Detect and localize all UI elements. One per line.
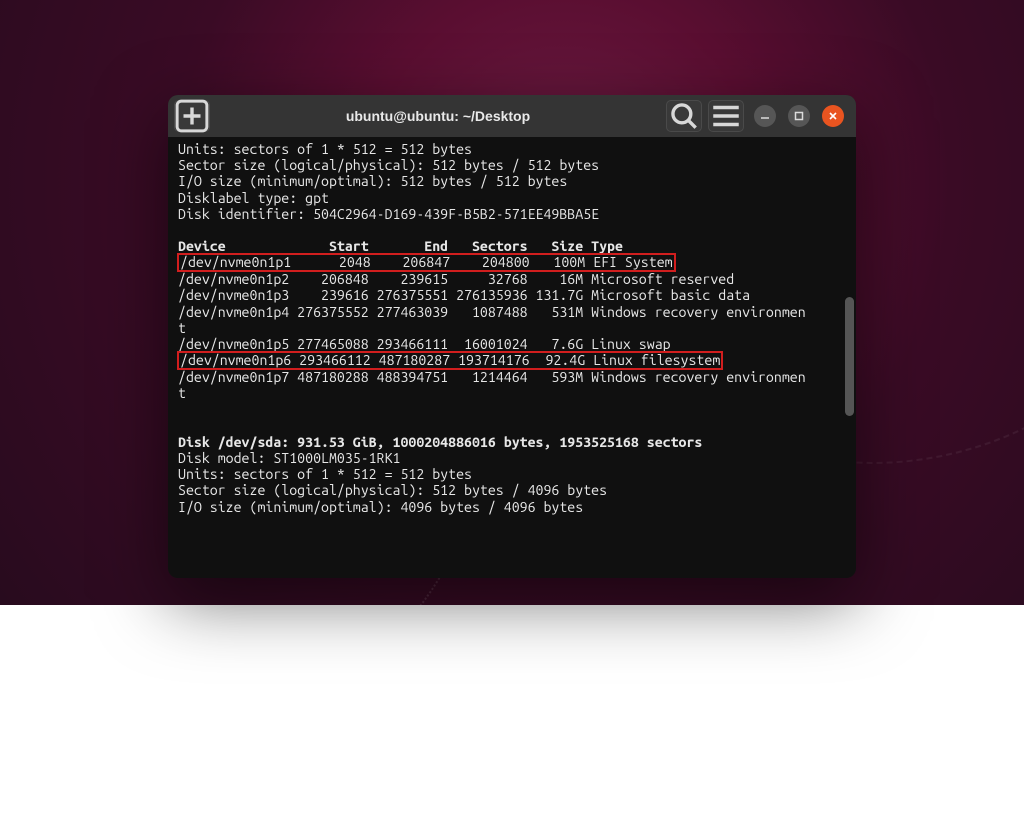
minimize-icon — [760, 111, 770, 121]
maximize-button[interactable] — [788, 105, 810, 127]
partition-row-p4b: t — [178, 320, 186, 336]
fdisk-label-type: Disklabel type: gpt — [178, 190, 329, 206]
terminal-scrollbar[interactable] — [845, 143, 854, 570]
disk2-sector-size: Sector size (logical/physical): 512 byte… — [178, 482, 607, 498]
fdisk-disk-id: Disk identifier: 504C2964-D169-439F-B5B2… — [178, 206, 599, 222]
search-button[interactable] — [666, 100, 702, 132]
disk2-header: Disk /dev/sda: 931.53 GiB, 1000204886016… — [178, 434, 702, 450]
scrollbar-thumb[interactable] — [845, 297, 854, 417]
partition-row-p4a: /dev/nvme0n1p4 276375552 277463039 10874… — [178, 304, 806, 320]
close-button[interactable] — [822, 105, 844, 127]
minimize-button[interactable] — [754, 105, 776, 127]
terminal-output[interactable]: Units: sectors of 1 * 512 = 512 bytes Se… — [168, 137, 856, 578]
window-title: ubuntu@ubuntu: ~/Desktop — [216, 108, 660, 124]
window-controls — [750, 105, 850, 127]
partition-header: Device Start End Sectors Size Type — [178, 238, 623, 254]
new-tab-icon — [175, 99, 209, 133]
search-icon — [667, 99, 701, 133]
maximize-icon — [794, 111, 804, 121]
fdisk-sector-size: Sector size (logical/physical): 512 byte… — [178, 157, 599, 173]
disk2-units: Units: sectors of 1 * 512 = 512 bytes — [178, 466, 472, 482]
fdisk-io-size: I/O size (minimum/optimal): 512 bytes / … — [178, 173, 567, 189]
disk2-model: Disk model: ST1000LM035-1RK1 — [178, 450, 400, 466]
terminal-window: ubuntu@ubuntu: ~/Desktop — [168, 95, 856, 578]
titlebar: ubuntu@ubuntu: ~/Desktop — [168, 95, 856, 137]
partition-row-p3: /dev/nvme0n1p3 239616 276375551 27613593… — [178, 287, 750, 303]
partition-row-p1: /dev/nvme0n1p1 2048 206847 204800 100M E… — [177, 253, 676, 272]
partition-row-p7b: t — [178, 385, 186, 401]
partition-row-p2: /dev/nvme0n1p2 206848 239615 32768 16M M… — [178, 271, 734, 287]
menu-button[interactable] — [708, 100, 744, 132]
new-tab-button[interactable] — [174, 100, 210, 132]
partition-row-p5: /dev/nvme0n1p5 277465088 293466111 16001… — [178, 336, 671, 352]
partition-row-p6: /dev/nvme0n1p6 293466112 487180287 19371… — [177, 351, 723, 370]
disk2-io-size: I/O size (minimum/optimal): 4096 bytes /… — [178, 499, 583, 515]
hamburger-icon — [709, 99, 743, 133]
fdisk-units: Units: sectors of 1 * 512 = 512 bytes — [178, 141, 472, 157]
close-icon — [828, 111, 838, 121]
partition-row-p7a: /dev/nvme0n1p7 487180288 488394751 12144… — [178, 369, 806, 385]
